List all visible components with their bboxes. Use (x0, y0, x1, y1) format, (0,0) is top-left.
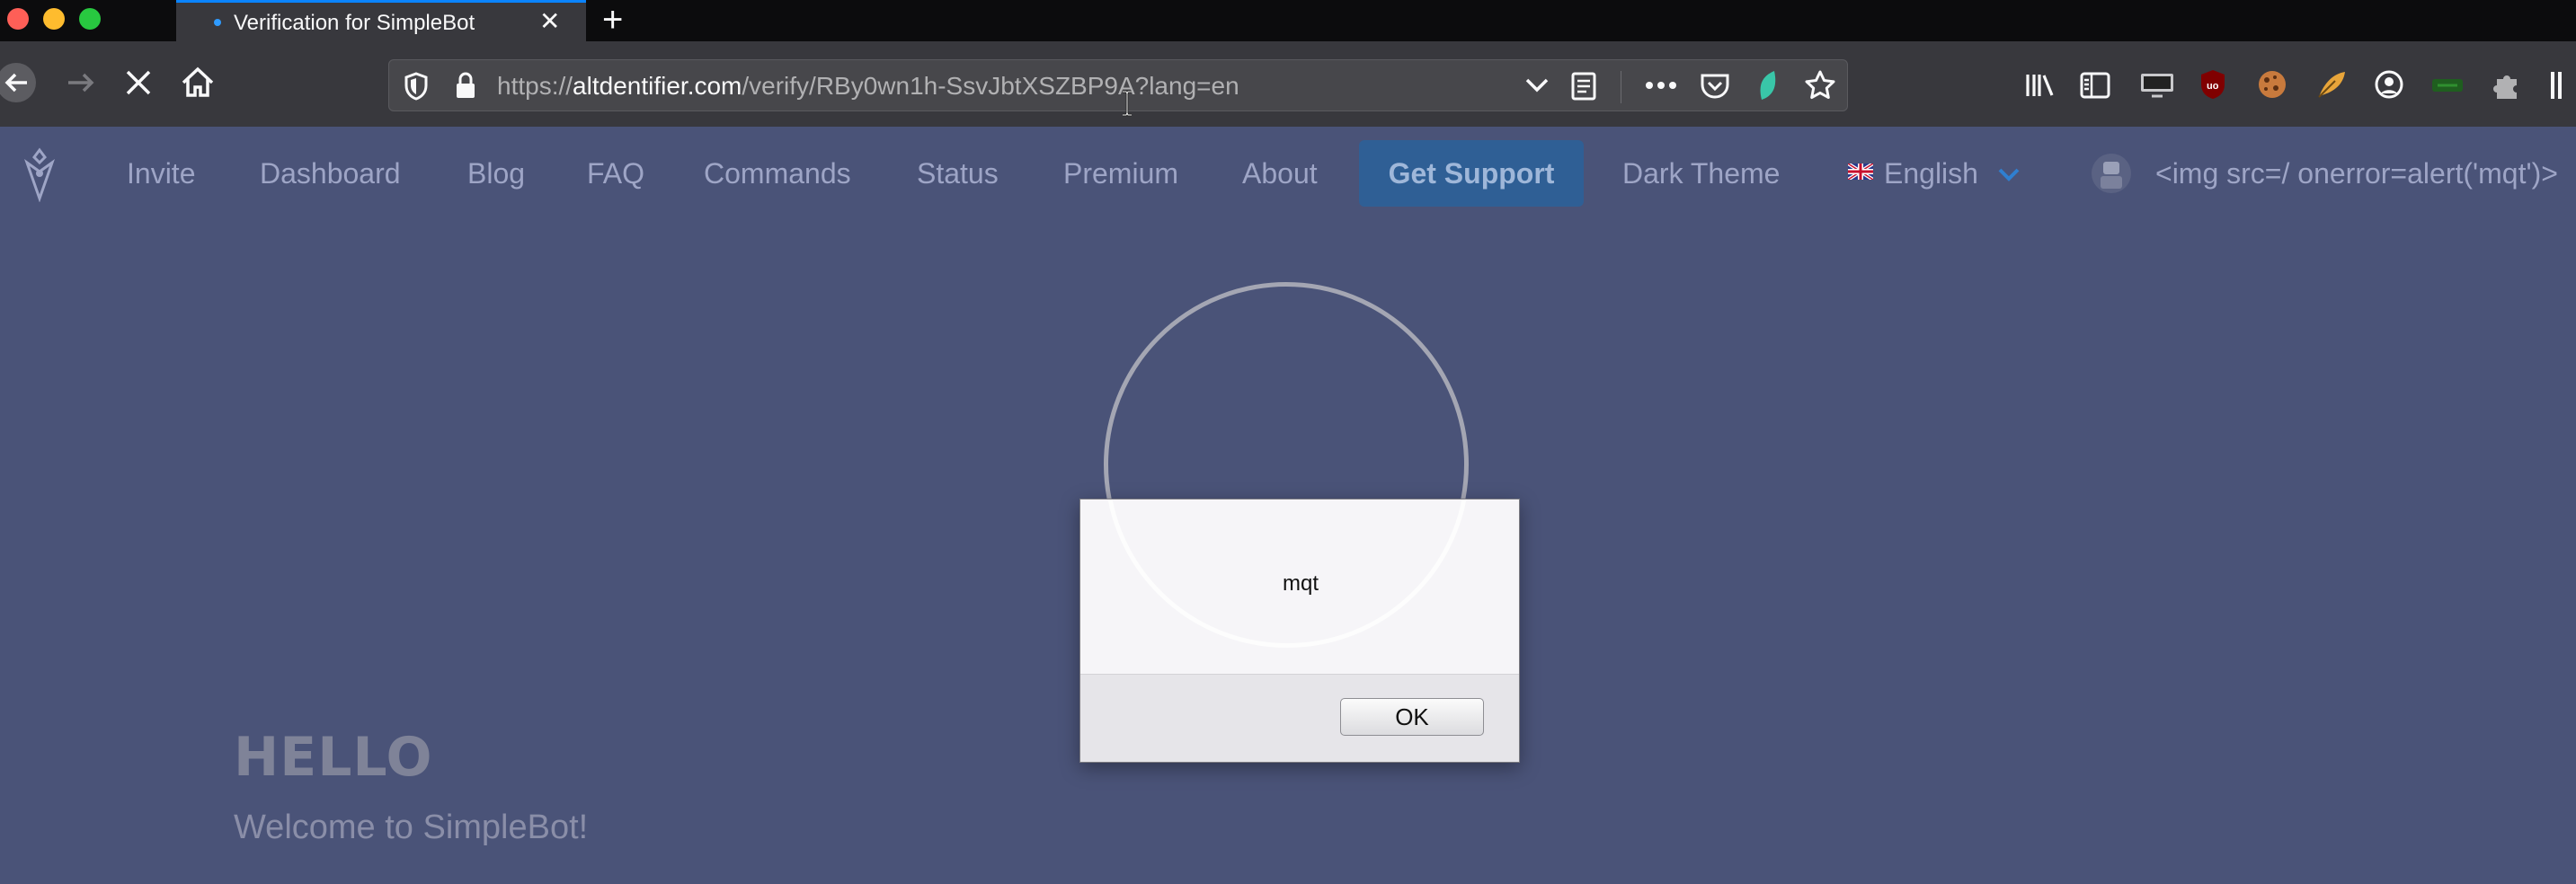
nav-commands[interactable]: Commands (704, 157, 851, 190)
overflow-menu-icon[interactable] (2551, 72, 2554, 99)
stop-loading-button[interactable] (120, 65, 156, 101)
sidebar-icon[interactable] (2080, 72, 2110, 99)
nav-invite[interactable]: Invite (127, 157, 195, 190)
alert-message: mqt (1282, 571, 1319, 596)
site-logo-icon[interactable] (20, 146, 59, 202)
feather-extension-icon[interactable] (2315, 68, 2348, 101)
user-avatar[interactable] (2091, 153, 2132, 194)
nav-premium[interactable]: Premium (1063, 157, 1178, 190)
puzzle-extension-icon[interactable] (2492, 68, 2522, 101)
monitor-extension-icon[interactable] (2139, 72, 2175, 99)
ublock-origin-icon[interactable]: uo (2198, 68, 2227, 101)
dark-theme-toggle[interactable]: Dark Theme (1622, 157, 1780, 190)
site-navigation: Invite Dashboard Blog FAQ Commands Statu… (0, 127, 2576, 224)
account-icon[interactable] (2375, 70, 2403, 99)
alert-footer: OK (1080, 674, 1519, 762)
back-button[interactable] (0, 63, 40, 102)
ok-button[interactable]: OK (1340, 698, 1484, 736)
nav-blog[interactable]: Blog (467, 157, 525, 190)
forward-arrow-icon (68, 73, 94, 93)
reader-view-icon[interactable] (1570, 71, 1597, 102)
bookmark-star-icon[interactable] (1804, 69, 1836, 102)
loading-dot-icon (214, 19, 221, 26)
url-bar[interactable]: https://altdentifier.com/verify/RBy0wn1h… (388, 59, 1848, 111)
extension-leaf-icon[interactable] (1756, 69, 1780, 102)
alert-dialog: mqt OK (1079, 499, 1520, 763)
page-actions-more-icon[interactable] (1645, 80, 1677, 91)
page-heading: HELLO (234, 726, 433, 789)
close-window-button[interactable] (7, 8, 29, 30)
nav-status[interactable]: Status (917, 157, 999, 190)
url-dropdown-chevron-icon[interactable] (1523, 76, 1550, 94)
language-label: English (1884, 157, 1978, 190)
cookie-extension-icon[interactable] (2256, 68, 2288, 101)
new-tab-button[interactable]: + (602, 0, 623, 40)
tab-strip: Verification for SimpleBot ✕ + (0, 0, 2576, 41)
tracking-shield-icon[interactable] (404, 72, 429, 101)
browser-tab[interactable]: Verification for SimpleBot ✕ (176, 0, 586, 41)
chevron-down-icon (1998, 168, 2020, 181)
tab-title: Verification for SimpleBot (234, 11, 475, 35)
minimize-window-button[interactable] (43, 8, 65, 30)
uk-flag-icon (1848, 164, 1873, 180)
navigation-toolbar: https://altdentifier.com/verify/RBy0wn1h… (0, 41, 2576, 127)
nav-dashboard[interactable]: Dashboard (260, 157, 401, 190)
nav-faq[interactable]: FAQ (587, 157, 644, 190)
lock-icon[interactable] (454, 71, 477, 100)
svg-text:uo: uo (2207, 81, 2219, 92)
pocket-icon[interactable] (1700, 71, 1730, 100)
user-name[interactable]: <img src=/ onerror=alert('mqt')> (2155, 157, 2558, 190)
library-icon[interactable] (2024, 72, 2055, 99)
text-cursor-icon (1123, 90, 1132, 117)
green-extension-icon[interactable] (2430, 75, 2465, 95)
get-support-button[interactable]: Get Support (1359, 140, 1584, 207)
home-button[interactable] (179, 65, 217, 101)
page-subheading: Welcome to SimpleBot! (234, 809, 589, 846)
nav-about[interactable]: About (1242, 157, 1318, 190)
maximize-window-button[interactable] (79, 8, 101, 30)
forward-button[interactable] (63, 65, 99, 101)
stop-icon (126, 70, 151, 95)
home-icon (182, 66, 214, 97)
back-arrow-icon (0, 63, 36, 102)
tab-close-icon[interactable]: ✕ (539, 8, 560, 35)
